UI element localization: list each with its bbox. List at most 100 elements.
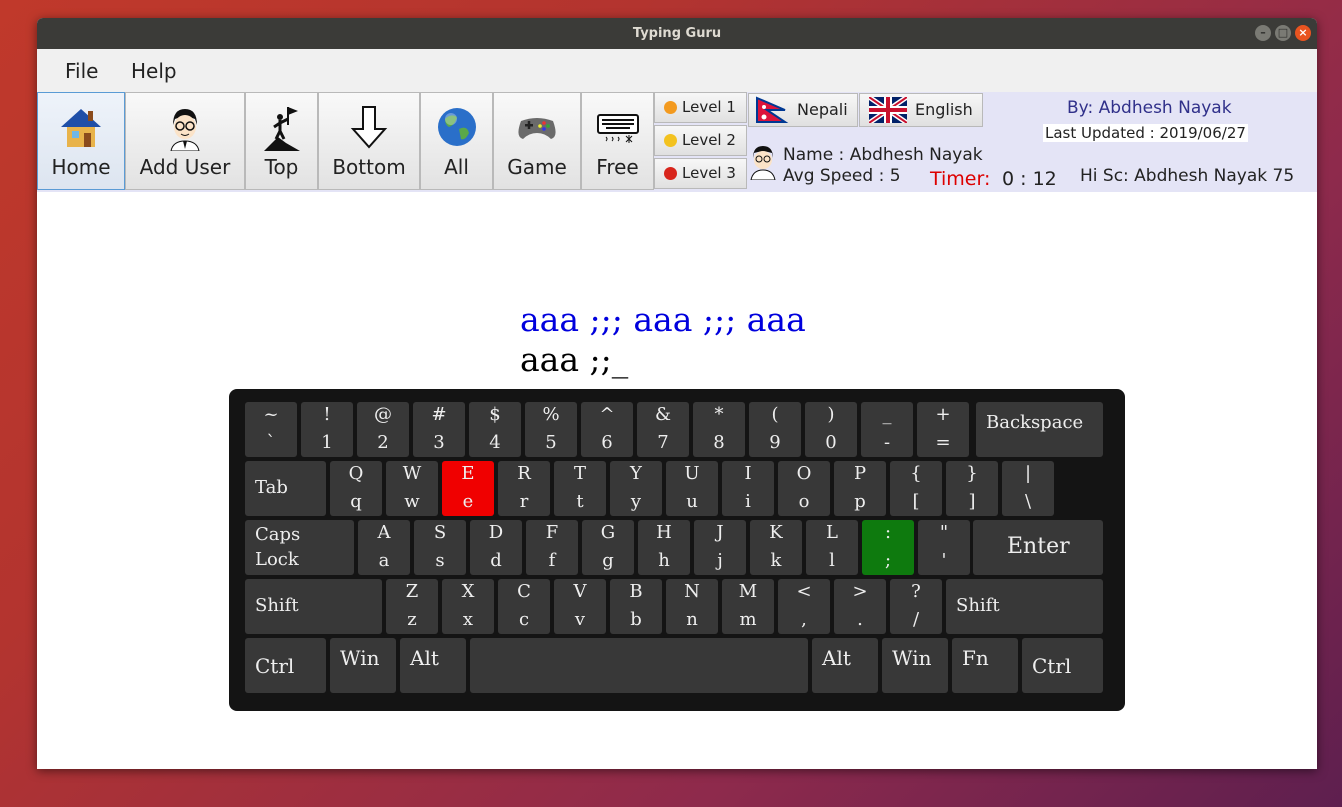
all-button[interactable]: All [420, 92, 493, 190]
key-row4-4: Bb [610, 579, 662, 634]
key-upper-char: E [461, 463, 475, 484]
key-upper-char: J [716, 522, 724, 543]
key-ctrl-left: Ctrl [245, 638, 326, 693]
level-2-button[interactable]: Level 2 [654, 125, 747, 156]
add-user-button[interactable]: Add User [125, 92, 245, 190]
key-row2-11: }] [946, 461, 998, 516]
key-lower-char: 6 [601, 432, 613, 453]
key-upper-char: > [852, 581, 868, 602]
nepali-button[interactable]: Nepali [748, 93, 858, 127]
key-upper-char: ~ [263, 404, 279, 425]
key-row1-12: + = [917, 402, 969, 457]
level-3-label: Level 3 [682, 164, 736, 182]
key-backspace: Backspace [976, 402, 1103, 457]
down-arrow-icon [350, 106, 388, 149]
key-row2-3: Rr [498, 461, 550, 516]
user-name-text: Name : Abdhesh Nayak [783, 145, 983, 165]
key-lower-char: s [435, 550, 445, 571]
timer-label: Timer: [930, 168, 991, 190]
level-3-icon [664, 167, 677, 180]
key-upper-char: $ [489, 404, 501, 425]
close-button[interactable]: × [1295, 25, 1311, 41]
key-lower-char: \ [1024, 491, 1032, 512]
key-row4-0: Zz [386, 579, 438, 634]
key-upper-char: ! [323, 404, 331, 425]
key-lower-char: 4 [489, 432, 501, 453]
key-row3-3: Ff [526, 520, 578, 575]
key-lower-char: y [630, 491, 642, 512]
key-upper-char: U [684, 463, 700, 484]
avg-speed-text: Avg Speed : 5 [783, 166, 901, 186]
key-shift-left: Shift [245, 579, 382, 634]
key-row3-1: Ss [414, 520, 466, 575]
key-lower-char: h [658, 550, 670, 571]
key-upper-char: R [517, 463, 531, 484]
key-lower-char: 3 [433, 432, 445, 453]
toolbar: Home Add User Top Bottom All Game Free L… [37, 92, 1317, 192]
uk-flag-icon [869, 97, 907, 123]
key-upper-char: Q [348, 463, 364, 484]
key-row3-7: Kk [750, 520, 802, 575]
key-upper-char: S [433, 522, 447, 543]
last-updated-text: Last Updated : 2019/06/27 [1043, 124, 1248, 142]
maximize-button[interactable]: □ [1275, 25, 1291, 41]
key-lower-char: d [490, 550, 502, 571]
level-3-button[interactable]: Level 3 [654, 158, 747, 189]
typing-area: aaa ;;; aaa ;;; aaa aaa ;;_ Backspace Ta… [37, 192, 1317, 769]
key-upper-char: O [796, 463, 812, 484]
key-row3-5: Hh [638, 520, 690, 575]
key-upper-char: M [738, 581, 758, 602]
key-enter: Enter [973, 520, 1103, 575]
level-2-label: Level 2 [682, 131, 736, 149]
key-row3-4: Gg [582, 520, 634, 575]
key-lower-char: l [829, 550, 835, 571]
level-1-button[interactable]: Level 1 [654, 92, 747, 123]
minimize-button[interactable]: – [1255, 25, 1271, 41]
menu-file[interactable]: File [65, 59, 98, 83]
add-user-label: Add User [139, 155, 231, 179]
author-text: By: Abdhesh Nayak [1067, 98, 1232, 118]
key-lower-char: g [602, 550, 614, 571]
key-upper-char: A [377, 522, 391, 543]
key-row2-4: Tt [554, 461, 606, 516]
bottom-button[interactable]: Bottom [318, 92, 420, 190]
key-upper-char: L [826, 522, 838, 543]
key-row2-7: Ii [722, 461, 774, 516]
key-upper-char: Z [405, 581, 419, 602]
mountain-flag-icon [263, 107, 300, 151]
key-upper-char: + [935, 404, 951, 425]
home-button[interactable]: Home [37, 92, 125, 190]
key-row3-0: Aa [358, 520, 410, 575]
key-upper-char: * [714, 404, 724, 425]
english-label: English [915, 100, 973, 119]
key-upper-char: " [939, 522, 949, 543]
english-button[interactable]: English [859, 93, 983, 127]
key-lower-char: o [798, 491, 810, 512]
key-row4-6: Mm [722, 579, 774, 634]
key-lower-char: b [630, 609, 642, 630]
typed-text: aaa ;;_ [520, 340, 629, 379]
top-button[interactable]: Top [245, 92, 318, 190]
key-row1-2: @2 [357, 402, 409, 457]
key-upper-char: P [853, 463, 867, 484]
key-lower-char: - [883, 432, 891, 453]
free-label: Free [596, 155, 639, 179]
key-upper-char: | [1024, 463, 1032, 484]
key-alt-left: Alt [400, 638, 466, 693]
key-lower-char: q [350, 491, 362, 512]
key-upper-char: & [654, 404, 672, 425]
free-button[interactable]: Free [581, 92, 654, 190]
key-lower-char: p [854, 491, 866, 512]
user-avatar-icon [170, 109, 200, 151]
game-button[interactable]: Game [493, 92, 581, 190]
title-bar: Typing Guru – □ × [37, 18, 1317, 49]
key-upper-char: ^ [599, 404, 615, 425]
key-row1-6: ^ 6 [581, 402, 633, 457]
key-row4-2: Cc [498, 579, 550, 634]
menu-help[interactable]: Help [131, 59, 177, 83]
key-row3-10: " ' [918, 520, 970, 575]
key-upper-char: C [517, 581, 531, 602]
key-row2-8: Oo [778, 461, 830, 516]
key-space [470, 638, 808, 693]
key-row2-5: Yy [610, 461, 662, 516]
